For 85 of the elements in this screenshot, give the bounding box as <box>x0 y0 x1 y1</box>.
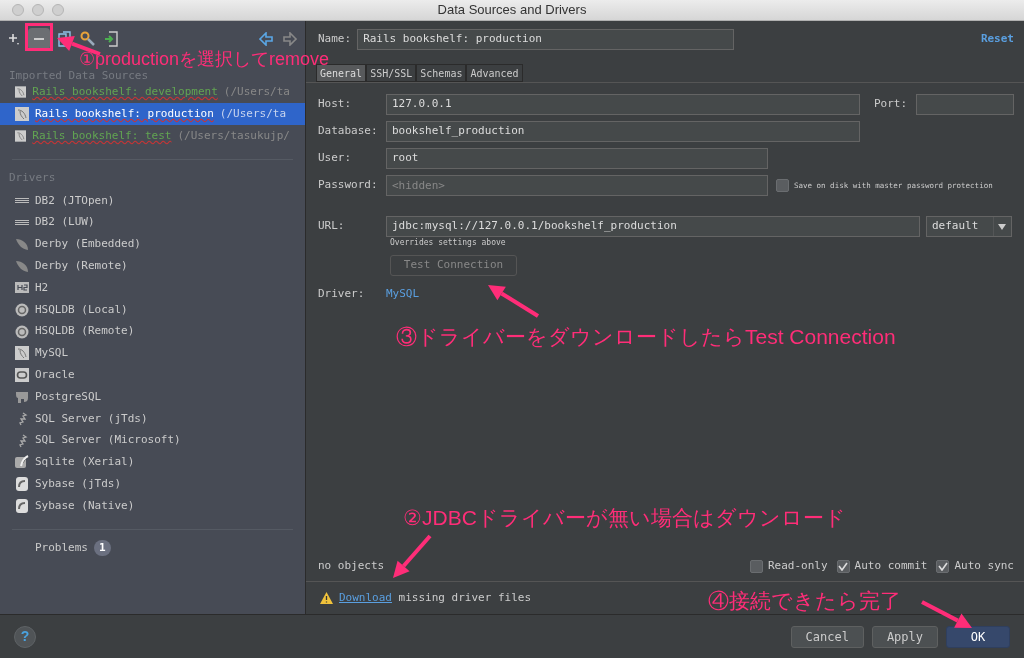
h2-icon <box>15 281 29 296</box>
name-field[interactable]: Rails bookshelf: production <box>357 28 735 50</box>
field-label: Port: <box>874 96 909 113</box>
field-label: Name: <box>318 30 352 47</box>
checkbox[interactable] <box>776 179 789 192</box>
dialog-button[interactable]: OK <box>946 625 1010 648</box>
annotation-arrow <box>921 600 972 628</box>
dialog-button[interactable]: Cancel <box>790 625 864 648</box>
checkbox-label: Read-only <box>767 557 828 574</box>
annotation-text: ②JDBCドライバーが無い場合はダウンロード <box>403 505 846 531</box>
warning-text: missing driver files <box>398 590 532 604</box>
driver-item[interactable]: Sybase (jTds) <box>0 473 305 496</box>
check-icon <box>937 561 948 571</box>
data-source-item[interactable]: Rails bookshelf: test (/Users/tasukujp/ <box>0 125 305 147</box>
data-source-name: Rails bookshelf: development <box>32 83 218 100</box>
port-field[interactable] <box>916 94 1014 115</box>
driver-item[interactable]: SQL Server (jTds) <box>0 407 305 430</box>
url-hint: Overrides settings above <box>390 237 507 249</box>
copy-icon[interactable] <box>58 31 72 47</box>
remove-button[interactable] <box>28 28 50 50</box>
data-source-name: Rails bookshelf: test <box>32 127 172 144</box>
url-field[interactable]: jdbc:mysql://127.0.0.1/bookshelf_production <box>386 216 920 237</box>
driver-item[interactable]: PostgreSQL <box>0 386 305 408</box>
driver-item[interactable]: HSQLDB (Remote) <box>0 320 305 343</box>
download-link[interactable]: Download <box>339 590 392 604</box>
count-badge: 1 <box>94 539 111 557</box>
driver-item[interactable]: Sybase (Native) <box>0 495 305 517</box>
dialog-button[interactable]: Apply <box>871 625 938 648</box>
annotation-arrow <box>488 285 540 318</box>
url-mode-dropdown[interactable]: default <box>926 216 1012 237</box>
annotation-text: ④接続できたら完了 <box>708 588 901 614</box>
warning-icon <box>320 592 333 604</box>
status-text: no objects <box>318 557 386 574</box>
feather-icon <box>15 237 29 252</box>
driver-link[interactable]: MySQL <box>386 285 420 303</box>
test-connection-button[interactable]: Test Connection <box>390 255 517 276</box>
driver-item[interactable]: H2 <box>0 277 305 299</box>
data-source-path: (/Users/tasukujp/ <box>177 127 290 144</box>
password-field[interactable]: <hidden> <box>386 175 768 196</box>
tab[interactable]: Advanced <box>466 64 523 82</box>
tab[interactable]: General <box>316 64 367 82</box>
field-label: URL: <box>318 218 346 235</box>
annotation-arrow <box>393 534 432 578</box>
back-arrow-icon[interactable] <box>259 32 273 46</box>
forward-arrow-icon[interactable] <box>283 32 297 46</box>
problems-link[interactable]: Problems <box>35 539 88 557</box>
import-icon[interactable] <box>104 31 118 47</box>
driver-item[interactable]: MySQL <box>0 342 305 365</box>
data-source-name: Rails bookshelf: production <box>35 105 214 122</box>
data-source-path: (/Users/ta <box>223 83 290 100</box>
checkbox-label: Auto sync <box>954 557 1014 574</box>
quill-icon <box>15 455 29 470</box>
checkbox-label: Auto commit <box>854 557 928 574</box>
driver-item[interactable]: DB2 (JTOpen) <box>0 190 305 212</box>
highlight-frame <box>25 23 53 51</box>
database-field[interactable]: bookshelf_production <box>386 121 860 142</box>
driver-item[interactable]: Oracle <box>0 364 305 387</box>
driver-item[interactable]: Sqlite (Xerial) <box>0 451 305 474</box>
host-field[interactable]: 127.0.0.1 <box>386 94 860 115</box>
checkbox[interactable] <box>936 559 950 573</box>
field-label: Driver: <box>318 285 366 302</box>
field-label: Database: <box>318 123 379 140</box>
data-source-item[interactable]: Rails bookshelf: development (/Users/ta <box>0 81 305 103</box>
checkbox[interactable] <box>749 559 763 573</box>
driver-item[interactable]: SQL Server (Microsoft) <box>0 429 305 452</box>
driver-item[interactable]: HSQLDB (Local) <box>0 299 305 321</box>
field-label: Host: <box>318 96 353 113</box>
feather-icon <box>15 259 29 274</box>
check-icon <box>838 561 849 571</box>
driver-item[interactable]: Derby (Embedded) <box>0 233 305 256</box>
field-label: Password: <box>318 177 379 194</box>
minus-icon <box>34 38 44 40</box>
tab[interactable]: SSH/SSL <box>366 64 417 82</box>
window-title: Data Sources and Drivers <box>436 1 588 20</box>
reset-link[interactable]: Reset <box>980 30 1014 48</box>
checkbox[interactable] <box>836 559 850 573</box>
tab[interactable]: Schemas <box>416 64 467 82</box>
user-field[interactable]: root <box>386 148 768 169</box>
field-label: User: <box>318 150 353 167</box>
annotation-text: ③ドライバーをダウンロードしたらTest Connection <box>396 324 896 350</box>
data-source-item[interactable]: Rails bookshelf: production (/Users/ta <box>0 103 305 125</box>
data-source-path: (/Users/ta <box>219 105 287 122</box>
add-icon[interactable] <box>8 32 20 46</box>
driver-item[interactable]: Derby (Remote) <box>0 255 305 278</box>
driver-item[interactable]: DB2 (LUW) <box>0 211 305 234</box>
